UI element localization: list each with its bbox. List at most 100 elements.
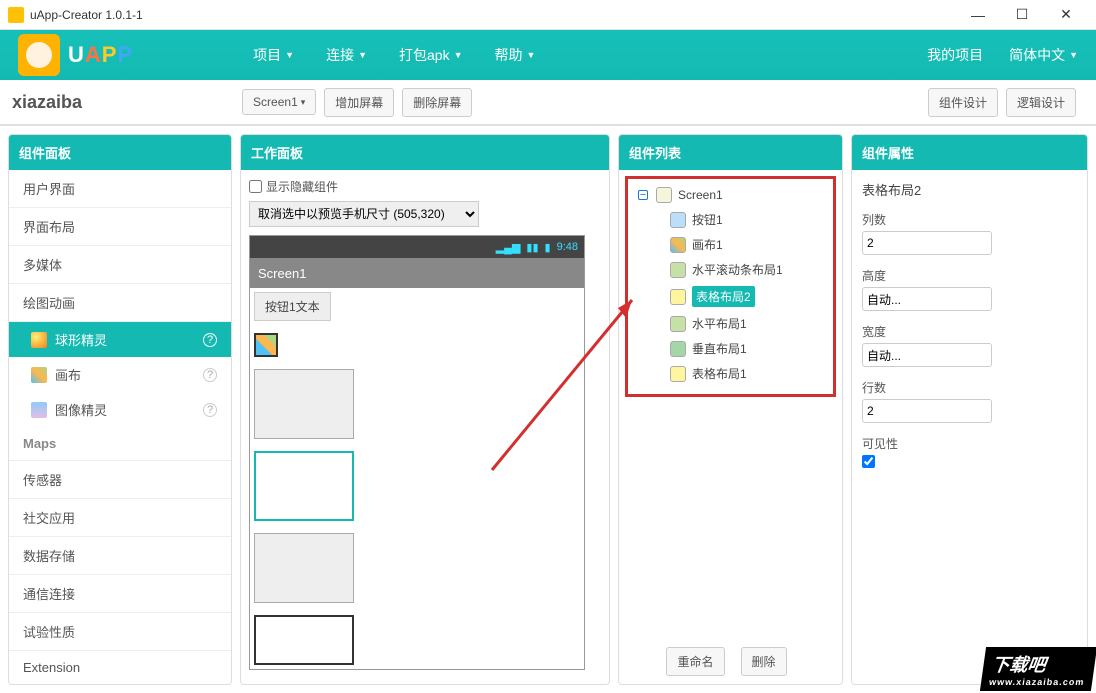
caret-down-icon: ▼ (358, 50, 367, 60)
rename-button[interactable]: 重命名 (666, 647, 724, 676)
blocks-tab[interactable]: 逻辑设计 (1006, 88, 1076, 117)
preview-table2[interactable] (254, 451, 354, 521)
add-screen-button[interactable]: 增加屏幕 (324, 88, 394, 117)
sub-toolbar: xiazaiba Screen1▾ 增加屏幕 删除屏幕 组件设计 逻辑设计 (0, 80, 1096, 126)
tree-hscroll1[interactable]: 水平滚动条布局1 (630, 257, 831, 282)
preview-hscroll1[interactable] (254, 369, 354, 439)
nav-help[interactable]: 帮助▼ (495, 45, 536, 65)
show-hidden-input[interactable] (249, 180, 262, 193)
cat-maps[interactable]: Maps (9, 427, 231, 461)
height-input[interactable] (862, 287, 992, 311)
tree-vlayout1[interactable]: 垂直布局1 (630, 336, 831, 361)
cat-extension[interactable]: Extension (9, 651, 231, 685)
window-title: uApp-Creator 1.0.1-1 (30, 8, 956, 22)
designer-tab[interactable]: 组件设计 (928, 88, 998, 117)
prop-rows: 行数 (862, 379, 1077, 423)
caret-down-icon: ▼ (285, 50, 294, 60)
minimize-button[interactable]: — (956, 1, 1000, 29)
cat-media[interactable]: 多媒体 (9, 246, 231, 284)
logo-text: UAPP (68, 42, 133, 68)
palette-canvas[interactable]: 画布? (9, 357, 231, 392)
cat-social[interactable]: 社交应用 (9, 499, 231, 537)
caret-down-icon: ▾ (301, 97, 306, 108)
prop-columns: 列数 (862, 211, 1077, 255)
components-header: 组件列表 (619, 135, 842, 170)
help-icon[interactable]: ? (203, 368, 217, 382)
maximize-button[interactable]: ☐ (1000, 1, 1044, 29)
cat-storage[interactable]: 数据存储 (9, 537, 231, 575)
cat-ui[interactable]: 用户界面 (9, 170, 231, 208)
delete-screen-button[interactable]: 删除屏幕 (402, 88, 472, 117)
tree-table1[interactable]: 表格布局1 (630, 361, 831, 386)
nav-language[interactable]: 简体中文▼ (1009, 45, 1078, 65)
nav-build[interactable]: 打包apk▼ (399, 45, 463, 65)
tree-table2[interactable]: 表格布局2 (630, 282, 831, 311)
nav-my-projects[interactable]: 我的项目 (927, 45, 983, 65)
selected-component-name: 表格布局2 (862, 180, 1077, 199)
collapse-icon[interactable]: − (638, 190, 648, 200)
help-icon[interactable]: ? (203, 333, 217, 347)
sprite-icon (31, 402, 47, 418)
phone-statusbar: ▂▄▆ ▮▮ ▮ 9:48 (250, 236, 584, 258)
tree-root[interactable]: − Screen1 (630, 183, 831, 207)
show-hidden-checkbox[interactable]: 显示隐藏组件 (249, 178, 601, 195)
tree-button1[interactable]: 按钮1 (630, 207, 831, 232)
caret-down-icon: ▼ (1069, 50, 1078, 60)
prop-visible: 可见性 (862, 435, 1077, 471)
workspace: 组件面板 用户界面 界面布局 多媒体 绘图动画 球形精灵? 画布? 图像精灵? … (0, 126, 1096, 693)
canvas-icon (670, 237, 686, 253)
signal-icon: ▮▮ (526, 241, 538, 254)
layout-icon (670, 341, 686, 357)
palette-image-sprite[interactable]: 图像精灵? (9, 392, 231, 427)
width-input[interactable] (862, 343, 992, 367)
app-icon (8, 7, 24, 23)
screen-icon (656, 187, 672, 203)
status-time: 9:48 (557, 241, 578, 253)
project-name: xiazaiba (12, 92, 82, 113)
phone-preview: ▂▄▆ ▮▮ ▮ 9:48 Screen1 按钮1文本 (249, 235, 585, 670)
cat-sensors[interactable]: 传感器 (9, 461, 231, 499)
canvas-icon (31, 367, 47, 383)
cat-layout[interactable]: 界面布局 (9, 208, 231, 246)
table-icon (670, 366, 686, 382)
window-titlebar: uApp-Creator 1.0.1-1 — ☐ ✕ (0, 0, 1096, 30)
nav-right: 我的项目 简体中文▼ (927, 45, 1078, 65)
properties-body: 表格布局2 列数 高度 宽度 行数 可见性 (852, 170, 1087, 493)
rows-input[interactable] (862, 399, 992, 423)
logo: UAPP (18, 34, 133, 76)
caret-down-icon: ▼ (454, 50, 463, 60)
button-icon (670, 212, 686, 228)
ball-icon (31, 332, 47, 348)
nav-connect[interactable]: 连接▼ (326, 45, 367, 65)
preview-vlayout1[interactable] (254, 615, 354, 665)
close-button[interactable]: ✕ (1044, 1, 1088, 29)
prop-width: 宽度 (862, 323, 1077, 367)
caret-down-icon: ▼ (527, 50, 536, 60)
cat-connectivity[interactable]: 通信连接 (9, 575, 231, 613)
columns-input[interactable] (862, 231, 992, 255)
screen-selector[interactable]: Screen1▾ (242, 89, 316, 115)
component-tree: − Screen1 按钮1 画布1 水平滚动条布局1 表格布局2 水平布局1 垂… (625, 176, 836, 397)
preview-button1[interactable]: 按钮1文本 (254, 292, 331, 321)
top-nav: UAPP 项目▼ 连接▼ 打包apk▼ 帮助▼ 我的项目 简体中文▼ (0, 30, 1096, 80)
cat-experimental[interactable]: 试验性质 (9, 613, 231, 651)
tree-canvas1[interactable]: 画布1 (630, 232, 831, 257)
properties-panel: 组件属性 表格布局2 列数 高度 宽度 行数 可见性 (851, 134, 1088, 685)
palette-ball-sprite[interactable]: 球形精灵? (9, 322, 231, 357)
tree-hlayout1[interactable]: 水平布局1 (630, 311, 831, 336)
layout-icon (670, 316, 686, 332)
delete-button[interactable]: 删除 (741, 647, 787, 676)
layout-icon (670, 262, 686, 278)
window-controls: — ☐ ✕ (956, 1, 1088, 29)
preview-hlayout1[interactable] (254, 533, 354, 603)
nav-project[interactable]: 项目▼ (253, 45, 294, 65)
preview-canvas1[interactable] (254, 333, 278, 357)
visible-checkbox[interactable] (862, 455, 875, 468)
viewer-panel: 工作面板 显示隐藏组件 取消选中以预览手机尺寸 (505,320) ▂▄▆ ▮▮… (240, 134, 610, 685)
help-icon[interactable]: ? (203, 403, 217, 417)
properties-header: 组件属性 (852, 135, 1087, 170)
phone-size-select[interactable]: 取消选中以预览手机尺寸 (505,320) (249, 201, 479, 227)
viewer-header: 工作面板 (241, 135, 609, 170)
cat-drawing[interactable]: 绘图动画 (9, 284, 231, 322)
phone-body[interactable]: 按钮1文本 (250, 288, 584, 669)
